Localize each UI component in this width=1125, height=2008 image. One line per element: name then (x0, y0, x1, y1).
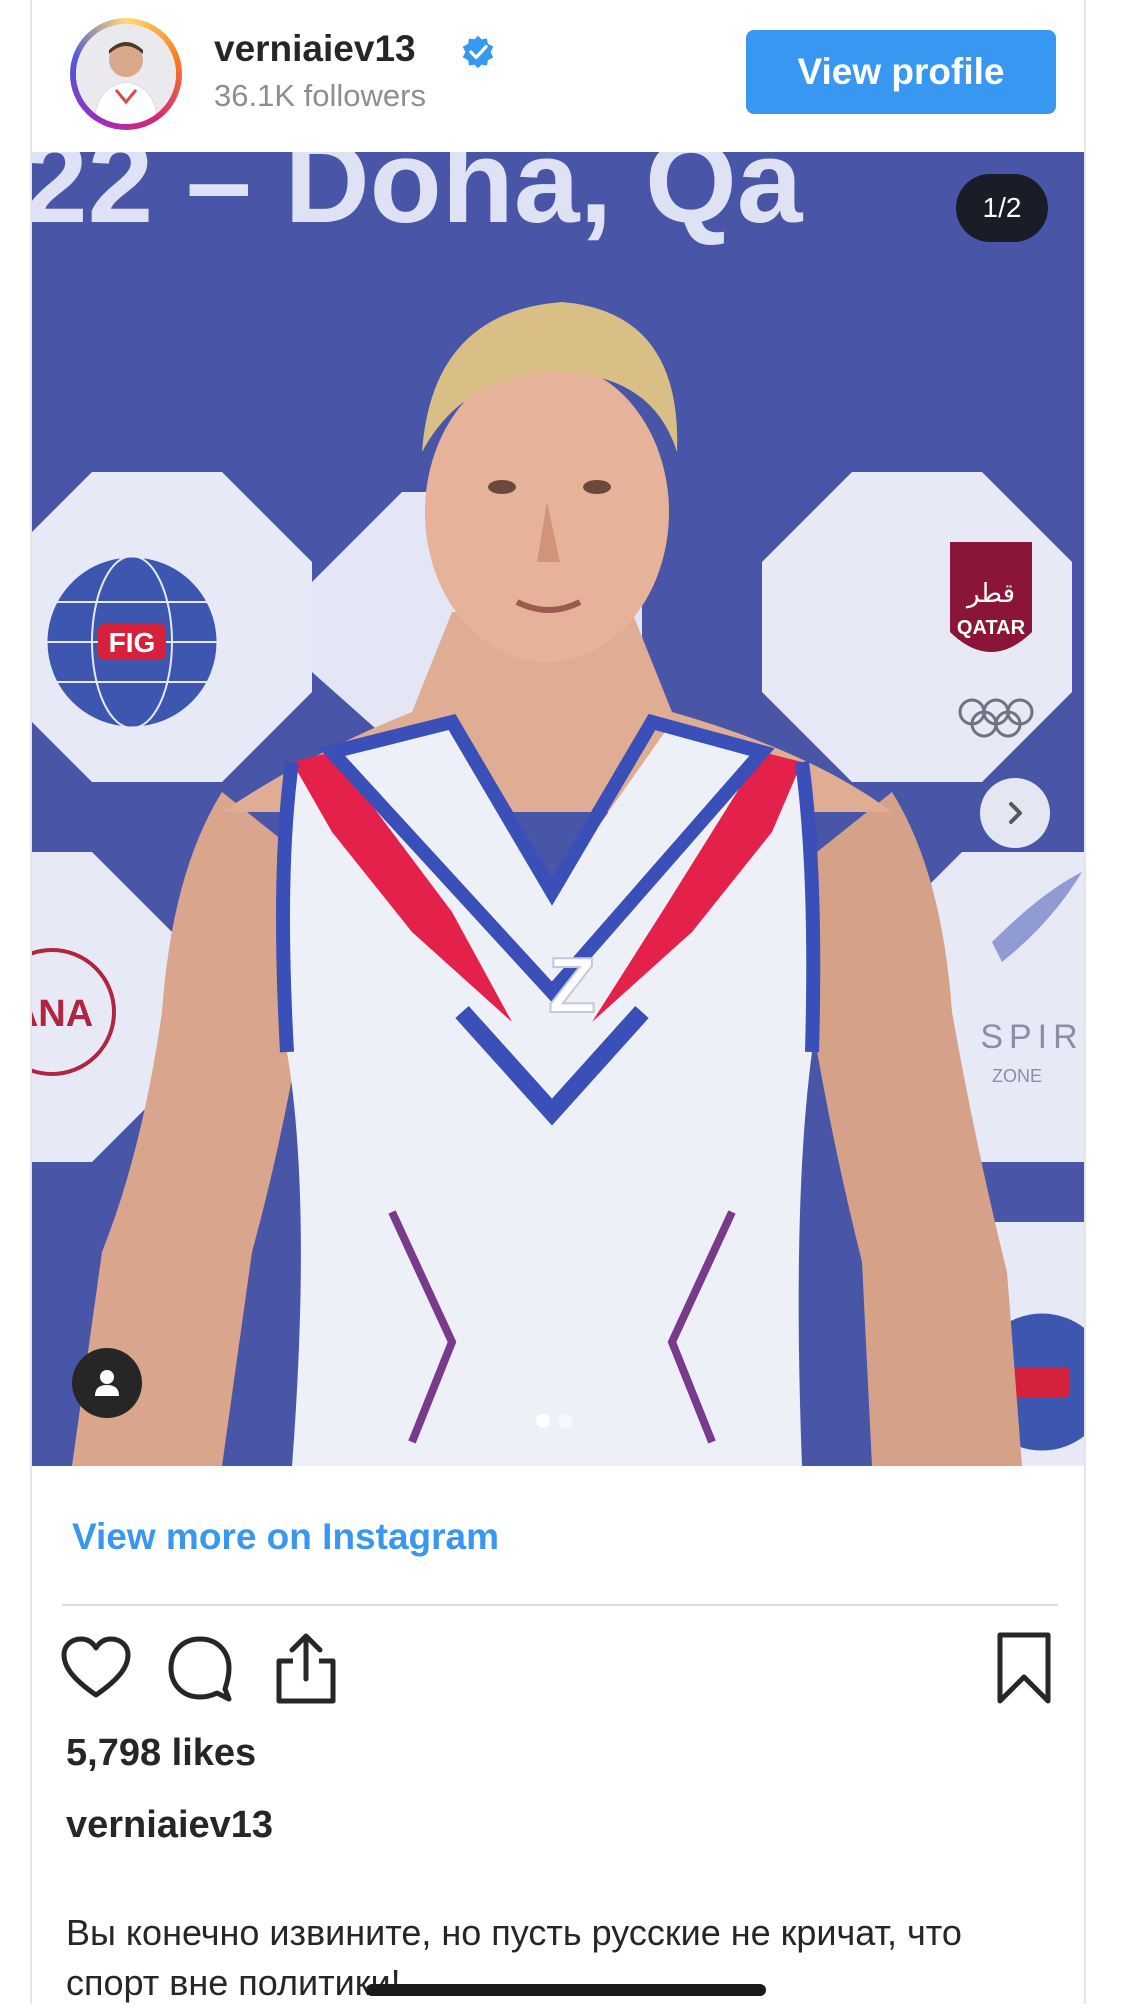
tagged-users-button[interactable] (72, 1348, 142, 1418)
carousel-dot-1 (536, 1414, 550, 1428)
chevron-right-icon (1009, 802, 1022, 824)
post-photo: 22 – Doha, Qa FIG قطر QATAR NA SPIR ZONE… (32, 152, 1084, 1466)
jersey-z-letter: Z (548, 941, 596, 1029)
share-icon (276, 1633, 336, 1704)
post-media[interactable]: 22 – Doha, Qa FIG قطر QATAR NA SPIR ZONE… (32, 152, 1084, 1466)
divider (62, 1604, 1058, 1606)
comment-icon (168, 1636, 232, 1702)
like-count[interactable]: 5,798 likes (66, 1732, 256, 1775)
ana-logo-text: ANA (32, 993, 93, 1035)
avatar-image (76, 24, 176, 124)
home-indicator[interactable] (366, 1984, 766, 1996)
user-tag-icon (95, 1370, 119, 1396)
carousel-dots (536, 1414, 572, 1428)
verified-badge-icon (462, 35, 494, 69)
view-more-link[interactable]: View more on Instagram (72, 1516, 499, 1558)
bookmark-icon (997, 1632, 1051, 1704)
comment-button[interactable] (162, 1626, 238, 1710)
profile-avatar[interactable] (70, 18, 182, 130)
fig-logo-text: FIG (109, 627, 156, 658)
media-page-counter: 1/2 (956, 174, 1048, 242)
like-button[interactable] (58, 1626, 134, 1710)
share-button[interactable] (268, 1626, 344, 1710)
qatar-arabic-text: قطر (965, 579, 1015, 609)
save-button[interactable] (986, 1626, 1062, 1710)
carousel-dot-2 (558, 1414, 572, 1428)
view-profile-button[interactable]: View profile (746, 30, 1056, 114)
instagram-embed-card: verniaiev13 36.1K followers View profile… (30, 0, 1086, 2004)
heart-icon (61, 1636, 131, 1698)
follower-count: 36.1K followers (214, 78, 426, 113)
banner-text: 22 – Doha, Qa (32, 152, 804, 248)
qatar-text: QATAR (957, 617, 1026, 639)
profile-username[interactable]: verniaiev13 (214, 28, 416, 70)
aspire-text: SPIR (980, 1018, 1083, 1056)
zone-text: ZONE (992, 1066, 1042, 1086)
caption-username[interactable]: verniaiev13 (66, 1804, 273, 1847)
next-media-button[interactable] (980, 778, 1050, 848)
